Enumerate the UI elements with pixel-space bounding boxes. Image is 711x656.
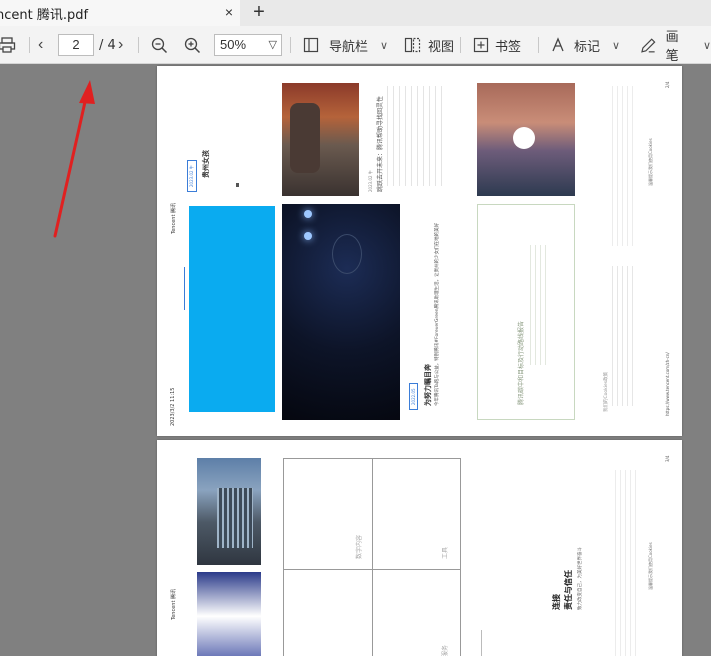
accent-line (184, 267, 185, 310)
toolbar-divider (138, 37, 139, 53)
pdf-page-3: Tencent 腾讯 数字内容 工具 社交 科技服务 连接 责任与信任 致力改变… (157, 440, 682, 656)
zoom-in-icon[interactable] (184, 26, 201, 64)
bookmark-label: 书签 (495, 39, 522, 55)
document-tab[interactable]: ncent 腾讯.pdf × (0, 0, 240, 26)
stage-light (304, 210, 312, 218)
slogan-primary: 连接 (552, 594, 561, 610)
building-photo (197, 458, 261, 565)
article-body: 今年腾讯Ta跑与公益，特别腾讯#ForeverGreen腾讯助理生活，让贵州的少… (435, 222, 440, 406)
view-button[interactable]: 视图 (404, 26, 454, 64)
tab-bar: ncent 腾讯.pdf × + (0, 0, 711, 26)
chevron-down-icon: ▽ (268, 39, 277, 51)
print-icon[interactable] (0, 26, 16, 64)
bookmark-button[interactable]: 书签 (473, 26, 521, 64)
article-heading: 贵州女孩 (202, 150, 210, 178)
page-brand: Tencent 腾讯 (171, 203, 177, 234)
page-total: / 4 (99, 37, 116, 53)
divider-line (481, 630, 482, 656)
draw-label: 画笔 (665, 30, 679, 64)
cookie-title: 我们的Cookies政策 (604, 371, 609, 412)
toolbar-divider (538, 37, 539, 53)
report-title: 腾讯碳中和目标及行动路线报告 (518, 320, 525, 405)
bullet-mark (236, 183, 239, 187)
page-url[interactable]: https://www.tencent.com/zh-cn/ (665, 352, 670, 416)
photo-caption: 2023.02 牛 (368, 170, 373, 192)
badge-circle (513, 127, 535, 149)
slogan-subtext: 致力改变自己，为美好世界奋斗 (578, 547, 583, 610)
nav-panel-button[interactable]: 导航栏 ∨ (303, 26, 388, 64)
culture-photo (197, 572, 261, 656)
chevron-down-icon[interactable]: ∨ (703, 39, 711, 52)
mark-button[interactable]: 标记 ∨ (550, 26, 620, 64)
prev-page-icon[interactable]: ‹ (38, 26, 43, 64)
grid-cell-label: 数字内容 (356, 534, 363, 559)
zoom-value: 50% (220, 37, 247, 52)
slogan-secondary: 责任与信任 (564, 570, 573, 610)
nav-panel-label: 导航栏 (329, 39, 369, 55)
stage-light (304, 232, 312, 240)
view-icon (404, 37, 421, 53)
page-number-input[interactable]: 2 (58, 34, 94, 56)
performer-figure (332, 234, 362, 274)
business-grid: 数字内容 工具 社交 科技服务 (283, 458, 461, 656)
add-bookmark-icon (473, 37, 489, 53)
document-canvas[interactable]: 2023/3/2 11:15 Tencent 腾讯 2023.02 牛 贵州女孩… (0, 64, 711, 656)
article-heading: 为努力瞩目奔 (424, 364, 432, 406)
highlighter-icon (552, 37, 564, 52)
new-tab-icon[interactable]: + (248, 1, 270, 23)
toolbar: ‹ 2 / 4 › 50% ▽ 导航栏 ∨ 视图 书签 标记 ∨ 画笔 ∨ (0, 26, 711, 64)
draw-button[interactable]: 画笔 ∨ (640, 26, 711, 64)
pdf-page-2: 2023/3/2 11:15 Tencent 腾讯 2023.02 牛 贵州女孩… (157, 66, 682, 436)
palace-photo (282, 83, 359, 196)
grid-cell-label: 工具 (442, 546, 449, 559)
blue-banner-image (189, 206, 275, 412)
building-facade (217, 488, 253, 548)
report-body-text (530, 245, 546, 365)
zoom-select[interactable]: 50% ▽ (214, 34, 282, 56)
grid-divider (372, 459, 373, 656)
side-note: 温馨提示我们使用Cookies (648, 138, 653, 186)
tab-title: ncent 腾讯.pdf (0, 7, 89, 23)
page-number: 3/4 (665, 455, 670, 462)
mark-label: 标记 (574, 39, 601, 55)
tag-date: 2023.02 牛 (187, 160, 197, 192)
page-brand: Tencent 腾讯 (171, 589, 177, 620)
next-page-icon[interactable]: › (118, 26, 123, 64)
close-tab-icon[interactable]: × (220, 3, 238, 21)
page-date-footer: 2023/3/2 11:15 (170, 387, 176, 426)
toolbar-divider (29, 37, 30, 53)
lion-statue (290, 103, 320, 173)
chevron-down-icon[interactable]: ∨ (612, 39, 620, 52)
cookie-text (615, 470, 637, 656)
cookie-text (612, 86, 634, 246)
grid-cell-label: 科技服务 (440, 645, 449, 656)
chevron-down-icon[interactable]: ∨ (380, 39, 388, 52)
stage-photo (282, 204, 400, 420)
cookie-text (612, 266, 634, 406)
toolbar-divider (460, 37, 461, 53)
zoom-out-icon[interactable] (151, 26, 168, 64)
page-number: 2/4 (665, 81, 670, 88)
crowd-photo (477, 83, 575, 196)
side-note: 温馨提示我们使用Cookies (648, 542, 653, 590)
toolbar-divider (290, 37, 291, 53)
tag-date: 2022.05 (409, 383, 418, 410)
article-title: 跳跃去开未来：腾讯帮助寻找回灵性 (377, 95, 384, 192)
sidebar-panel-icon (303, 37, 319, 53)
article-body-text (387, 86, 445, 186)
pen-icon (641, 37, 656, 53)
report-card[interactable]: 腾讯碳中和目标及行动路线报告 (477, 204, 575, 420)
view-label: 视图 (428, 39, 455, 55)
